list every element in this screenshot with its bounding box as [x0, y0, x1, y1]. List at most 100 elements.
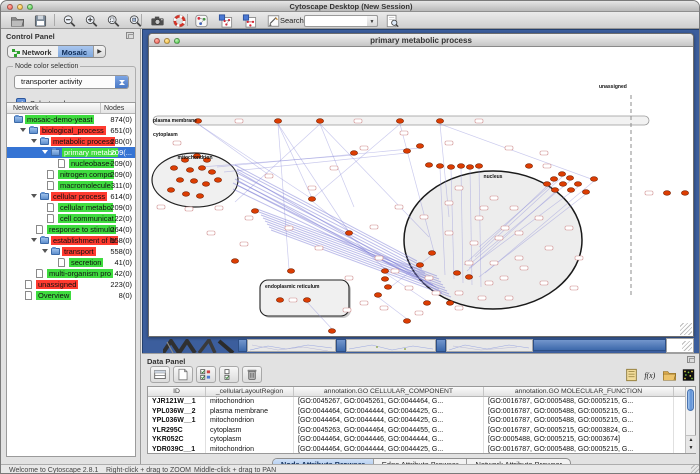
expand-arrow-icon[interactable] [31, 238, 37, 245]
window-titlebar[interactable]: Cytoscape Desktop (New Session) [1, 1, 700, 12]
network-node[interactable] [190, 179, 197, 184]
tree-row[interactable]: secretion41(0) [7, 257, 135, 268]
float-panel-icon[interactable] [126, 32, 134, 39]
network-node[interactable] [287, 269, 294, 274]
configure-search-icon[interactable] [384, 13, 400, 28]
network-node[interactable] [425, 163, 432, 168]
network-node[interactable] [208, 170, 215, 175]
app-resize-grip[interactable] [691, 465, 700, 474]
network-node[interactable] [525, 164, 532, 169]
table-row[interactable]: YPL036W__1mitochondrion[GO:0044464, GO:0… [148, 416, 685, 426]
network-node[interactable] [550, 177, 557, 182]
float-panel-icon[interactable] [687, 356, 695, 363]
network-canvas[interactable]: plasma membrane cytoplasm mitochondrion … [149, 47, 693, 336]
network-node[interactable] [453, 271, 460, 276]
table-scrollbar[interactable]: ▲▼ [685, 387, 695, 453]
zoom-selected-region-icon[interactable] [105, 13, 121, 28]
node-attribute-mapper-icon[interactable] [217, 13, 233, 28]
network-node[interactable] [423, 301, 430, 306]
table-row[interactable]: YPL036W__2plasma membrane[GO:0044464, GO… [148, 407, 685, 417]
column-header[interactable]: annotation.GO CELLULAR_COMPONENT [294, 387, 484, 396]
network-node[interactable] [428, 251, 435, 256]
column-header[interactable]: annotation.GO MOLECULAR_FUNCTION [484, 387, 674, 396]
network-node[interactable] [403, 319, 410, 324]
attribute-checkbox-grid-icon[interactable] [196, 366, 216, 383]
background-window[interactable] [446, 339, 533, 352]
table-row[interactable]: YLR295Ccytoplasm[GO:0045263, GO:0044464,… [148, 426, 685, 436]
network-node[interactable] [167, 188, 174, 193]
vizmapper-icon[interactable] [193, 13, 209, 28]
window-resize-grip[interactable] [680, 323, 692, 335]
network-node[interactable] [567, 188, 574, 193]
network-node[interactable] [345, 231, 352, 236]
network-node[interactable] [328, 329, 335, 334]
tree-row[interactable]: cellular metabo209(0) [7, 202, 135, 213]
network-node[interactable] [381, 277, 388, 282]
column-header[interactable]: ID [148, 387, 206, 396]
background-window[interactable] [346, 339, 436, 352]
select-attributes-icon[interactable] [150, 366, 170, 383]
zoom-out-icon[interactable] [61, 13, 77, 28]
expand-arrow-icon[interactable] [42, 150, 48, 157]
attribute-checkbox-icon[interactable] [219, 366, 239, 383]
open-file-icon[interactable] [9, 13, 25, 28]
network-node[interactable] [466, 165, 473, 170]
network-node[interactable] [663, 191, 670, 196]
tab-mosaic[interactable]: Mosaic [58, 46, 93, 57]
network-node[interactable] [475, 164, 482, 169]
tabs-overflow-arrow-icon[interactable]: ▶ [93, 46, 105, 57]
table-row[interactable]: YKR052Ccytoplasm[GO:0044464, GO:0044446,… [148, 435, 685, 445]
network-node[interactable] [416, 144, 423, 149]
network-node[interactable] [381, 269, 388, 274]
background-window-edge[interactable] [336, 339, 346, 352]
network-node[interactable] [384, 285, 391, 290]
network-node[interactable] [308, 197, 315, 202]
network-node[interactable] [186, 168, 193, 173]
column-header[interactable]: _cellularLayoutRegion [206, 387, 294, 396]
zoom-in-icon[interactable] [83, 13, 99, 28]
network-node[interactable] [457, 164, 464, 169]
network-node[interactable] [170, 166, 177, 171]
network-node[interactable] [465, 275, 472, 280]
network-node[interactable] [276, 298, 283, 303]
expand-arrow-icon[interactable] [42, 249, 48, 256]
delete-attribute-icon[interactable] [242, 366, 262, 383]
expand-arrow-icon[interactable] [31, 139, 37, 146]
network-node[interactable] [543, 182, 550, 187]
help-icon[interactable] [171, 13, 187, 28]
new-attribute-icon[interactable] [173, 366, 193, 383]
network-node[interactable] [196, 194, 203, 199]
table-row[interactable]: YJR121W__1mitochondrion[GO:0045267, GO:0… [148, 397, 685, 407]
network-node[interactable] [582, 190, 589, 195]
network-node[interactable] [551, 188, 558, 193]
network-node[interactable] [202, 182, 209, 187]
network-node[interactable] [316, 119, 323, 124]
tree-col-network[interactable]: Network [13, 105, 39, 112]
expand-arrow-icon[interactable] [20, 128, 26, 135]
tree-row[interactable]: primary metabo209(... [7, 147, 135, 158]
tree-row[interactable]: nucleobase-209(0) [7, 158, 135, 169]
tree-row[interactable]: Overview8(0) [7, 290, 135, 301]
network-node[interactable] [566, 176, 573, 181]
scrollbar-thumb[interactable] [687, 389, 694, 411]
network-node[interactable] [559, 182, 566, 187]
network-node[interactable] [350, 151, 357, 156]
scrollbar-arrows[interactable]: ▲▼ [686, 435, 696, 453]
network-node[interactable] [416, 263, 423, 268]
network-node[interactable] [446, 301, 453, 306]
network-node[interactable] [251, 209, 258, 214]
network-node[interactable] [403, 149, 410, 154]
tree-row[interactable]: cellular process614(0) [7, 191, 135, 202]
tree-row[interactable]: transport558(0) [7, 246, 135, 257]
network-node[interactable] [447, 165, 454, 170]
background-window-edge[interactable] [238, 339, 247, 352]
network-window-titlebar[interactable]: primary metabolic process [149, 34, 693, 47]
network-node[interactable] [303, 298, 310, 303]
formula-icon[interactable]: f(x) [643, 367, 659, 382]
tab-network[interactable]: Network [8, 46, 58, 57]
table-row[interactable]: YDR039C__1mitochondrion[GO:0044464, GO:0… [148, 445, 685, 454]
network-node[interactable] [436, 164, 443, 169]
open-attributes-icon[interactable] [662, 367, 678, 382]
color-attribute-dropdown[interactable]: transporter activity [14, 75, 129, 89]
network-node[interactable] [182, 192, 189, 197]
